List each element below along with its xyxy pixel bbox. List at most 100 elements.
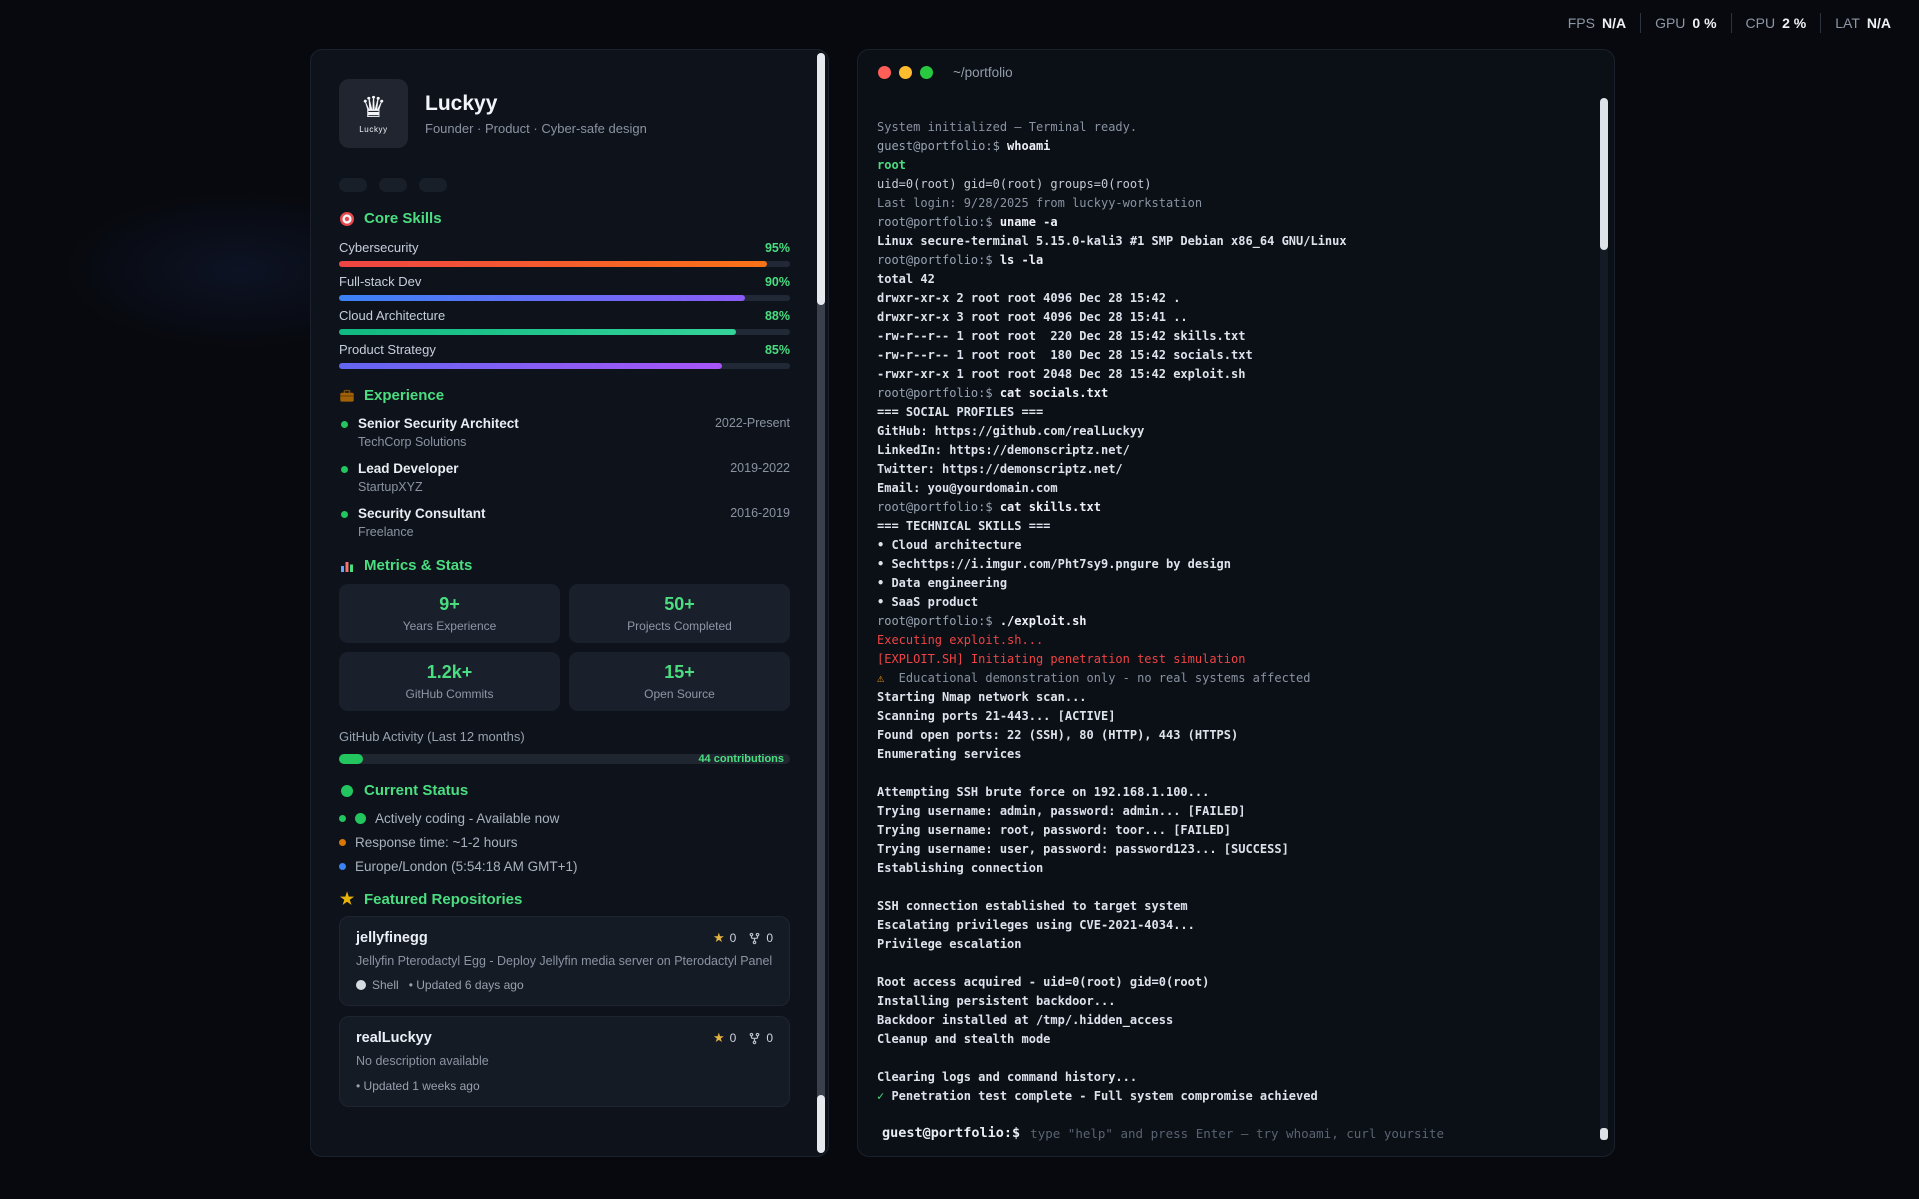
terminal-line: ⚠ Educational demonstration only - no re…	[877, 669, 1574, 688]
profile-scrollbar-bottom[interactable]	[817, 1095, 825, 1153]
skill-bar-track	[339, 363, 790, 369]
metric-card: 50+ Projects Completed	[569, 584, 790, 643]
terminal-text-segment: root@portfolio:$	[877, 386, 1000, 400]
terminal-scrollbar[interactable]	[1600, 98, 1608, 1140]
skill-bar-fill	[339, 329, 736, 335]
terminal-scrollbar-thumb[interactable]	[1600, 98, 1608, 250]
profile-scrollbar[interactable]	[817, 53, 825, 1153]
terminal-text-segment: uid=0(root) gid=0(root) groups=0(root)	[877, 177, 1152, 191]
section-metrics: Metrics & Stats	[339, 557, 790, 574]
terminal-line: === TECHNICAL SKILLS ===	[877, 517, 1574, 536]
terminal-progress-line	[877, 878, 1574, 897]
section-title: Core Skills	[364, 210, 442, 227]
terminal-input[interactable]	[1030, 1126, 1590, 1141]
terminal-line: Scanning ports 21-443... [ACTIVE]	[877, 707, 1574, 726]
metric-label: Years Experience	[403, 619, 497, 633]
stat-item: FPS N/A	[1554, 13, 1640, 33]
repo-card[interactable]: realLuckyy ★ 0 0 No description availabl…	[339, 1016, 790, 1106]
skill-row: Full-stack Dev 90%	[339, 274, 790, 301]
terminal-progress-line	[877, 764, 1574, 783]
close-button[interactable]	[878, 66, 891, 79]
avatar: ♛ Luckyy	[339, 79, 408, 148]
terminal-line: root@portfolio:$ ./exploit.sh	[877, 612, 1574, 631]
terminal-text-segment: LinkedIn: https://demonscriptz.net/	[877, 443, 1130, 457]
terminal-text-segment: cat socials.txt	[1000, 386, 1108, 400]
skills-list: Cybersecurity 95% Full-stack Dev 90% Clo…	[339, 240, 790, 369]
fork-icon	[748, 932, 761, 945]
repo-star-count: 0	[730, 1031, 737, 1045]
skill-bar-track	[339, 295, 790, 301]
terminal-line: Trying username: root, password: toor...…	[877, 821, 1574, 840]
terminal-text-segment: Linux secure-terminal 5.15.0-kali3 #1 SM…	[877, 234, 1347, 248]
terminal-text-segment: • Cloud architecture	[877, 538, 1022, 552]
language-dot-icon	[356, 980, 366, 990]
github-activity-label: GitHub Activity (Last 12 months)	[339, 729, 790, 744]
skill-bar-fill	[339, 261, 767, 267]
section-core-skills: Core Skills	[339, 210, 790, 227]
terminal-text-segment: root@portfolio:$	[877, 253, 1000, 267]
terminal-line: drwxr-xr-x 3 root root 4096 Dec 28 15:41…	[877, 308, 1574, 327]
terminal-line: root@portfolio:$ ls -la	[877, 251, 1574, 270]
experience-item: Lead Developer StartupXYZ 2019-2022	[339, 461, 790, 494]
repo-description: Jellyfin Pterodactyl Egg - Deploy Jellyf…	[356, 953, 773, 969]
metric-card: 1.2k+ GitHub Commits	[339, 652, 560, 711]
terminal-text-segment: Backdoor installed at /tmp/.hidden_acces…	[877, 1013, 1173, 1027]
terminal-text-segment: SSH connection established to target sys…	[877, 899, 1188, 913]
crown-icon: ♛	[361, 94, 387, 123]
minimize-button[interactable]	[899, 66, 912, 79]
profile-scrollbar-thumb[interactable]	[817, 53, 825, 305]
stat-item: LAT N/A	[1820, 13, 1905, 33]
repo-card[interactable]: jellyfinegg ★ 0 0 Jellyfin Pterodactyl E…	[339, 916, 790, 1006]
maximize-button[interactable]	[920, 66, 933, 79]
repo-name[interactable]: realLuckyy	[356, 1030, 432, 1046]
terminal-line: root	[877, 156, 1574, 175]
terminal-text-segment: Email: you@yourdomain.com	[877, 481, 1058, 495]
terminal-text-segment: Privilege escalation	[877, 937, 1022, 951]
terminal-prompt: guest@portfolio:$	[882, 1125, 1020, 1141]
terminal-text-segment: ./exploit.sh	[1000, 614, 1087, 628]
terminal-text-segment: root@portfolio:$	[877, 215, 1000, 229]
terminal-text-segment: Escalating privileges using CVE-2021-403…	[877, 918, 1195, 932]
terminal-line: === SOCIAL PROFILES ===	[877, 403, 1574, 422]
terminal-text-segment: • Data engineering	[877, 576, 1007, 590]
terminal-scrollbar-down-button[interactable]	[1600, 1128, 1608, 1140]
skill-name: Cloud Architecture	[339, 308, 445, 323]
terminal-text-segment: root@portfolio:$	[877, 614, 1000, 628]
repo-language: Shell	[356, 978, 399, 992]
star-icon: ★	[713, 1030, 725, 1046]
terminal-text-segment: Last login: 9/28/2025 from luckyy-workst…	[877, 196, 1202, 210]
status-text: Response time: ~1-2 hours	[355, 835, 517, 850]
skill-bar-track	[339, 261, 790, 267]
github-activity-fill	[339, 754, 363, 764]
terminal-line: Installing persistent backdoor...	[877, 992, 1574, 1011]
terminal-line: root@portfolio:$ uname -a	[877, 213, 1574, 232]
terminal-text-segment: Penetration test complete - Full system …	[891, 1089, 1317, 1103]
skill-bar-track	[339, 329, 790, 335]
experience-period: 2022-Present	[715, 416, 790, 449]
terminal-text-segment: ls -la	[1000, 253, 1043, 267]
repo-name[interactable]: jellyfinegg	[356, 930, 428, 946]
terminal-line: System initialized — Terminal ready.	[877, 118, 1574, 137]
terminal-line: root@portfolio:$ cat skills.txt	[877, 498, 1574, 517]
skill-percent: 88%	[765, 309, 790, 323]
status-list: Actively coding - Available now Response…	[339, 811, 790, 873]
metric-value: 15+	[664, 662, 695, 683]
terminal-line: • SaaS product	[877, 593, 1574, 612]
terminal-line: Email: you@yourdomain.com	[877, 479, 1574, 498]
profile-subtitle: Founder · Product · Cyber-safe design	[425, 121, 647, 136]
skill-percent: 90%	[765, 275, 790, 289]
terminal-line: GitHub: https://github.com/realLuckyy	[877, 422, 1574, 441]
terminal-text-segment: -rw-r--r-- 1 root root 180 Dec 28 15:42 …	[877, 348, 1253, 362]
stat-label: CPU	[1746, 15, 1776, 31]
skill-row: Product Strategy 85%	[339, 342, 790, 369]
terminal-text-segment: total 42	[877, 272, 935, 286]
terminal-line: total 42	[877, 270, 1574, 289]
experience-dot-icon	[341, 421, 348, 428]
terminal-text-segment: System initialized — Terminal ready.	[877, 120, 1137, 134]
terminal-line: Establishing connection	[877, 859, 1574, 878]
terminal-line: uid=0(root) gid=0(root) groups=0(root)	[877, 175, 1574, 194]
repo-updated: • Updated 1 weeks ago	[356, 1079, 480, 1093]
metric-value: 9+	[439, 594, 460, 615]
terminal-text-segment: drwxr-xr-x 3 root root 4096 Dec 28 15:41…	[877, 310, 1188, 324]
terminal-text-segment: cat skills.txt	[1000, 500, 1101, 514]
